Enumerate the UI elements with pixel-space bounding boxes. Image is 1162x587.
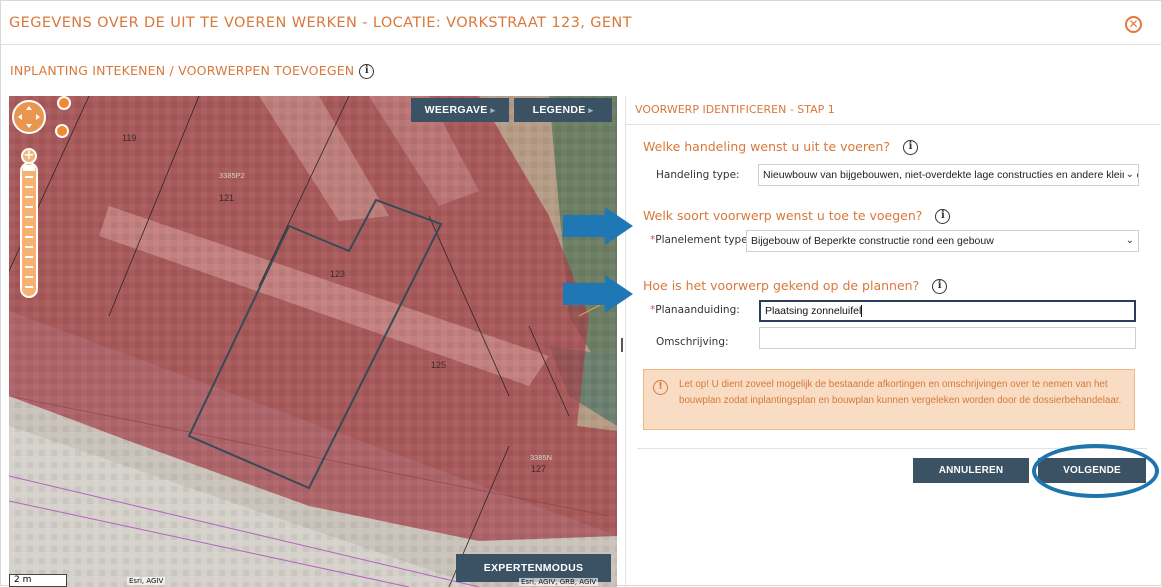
text-cursor	[861, 305, 863, 318]
parcel-number: 125	[431, 360, 447, 370]
planelement-value: Bijgebouw of Beperkte constructie rond e…	[751, 235, 994, 247]
highlight-ellipse	[1032, 444, 1159, 498]
parcel-number: 123	[330, 269, 346, 279]
parcel-number: 119	[122, 133, 137, 143]
dialog-title: GEGEVENS OVER DE UIT TE VOEREN WERKEN - …	[9, 15, 632, 31]
planelement-label-text: Planelement type:	[655, 234, 752, 246]
question-text: Welk soort voorwerp wenst u toe te voege…	[643, 208, 923, 223]
question-text: Hoe is het voorwerp gekend op de plannen…	[643, 278, 920, 293]
cancel-button[interactable]: ANNULEREN	[913, 458, 1029, 483]
zoom-tick	[25, 196, 33, 198]
question-handeling: Welke handeling wenst u uit te voeren? i	[643, 139, 918, 155]
annotation-arrow-icon	[563, 207, 633, 245]
map-attribution-right: Esri, AGIV, GRB, AGIV	[519, 578, 599, 586]
handeling-label: Handeling type:	[656, 169, 740, 181]
parcel-id: 3385P2	[219, 171, 245, 180]
zoom-slider[interactable]	[20, 162, 38, 298]
map-attribution: Esri, AGIV	[127, 577, 166, 585]
step-header: VOORWERP IDENTIFICEREN - STAP 1	[635, 103, 835, 116]
zoom-tick	[25, 176, 33, 178]
question-plannen: Hoe is het voorwerp gekend op de plannen…	[643, 278, 948, 294]
pan-arrows-icon	[18, 106, 40, 128]
pan-control[interactable]	[12, 100, 46, 134]
header-divider	[626, 124, 1160, 125]
parcel-id: 3385N	[530, 453, 553, 462]
planaanduiding-input[interactable]: Plaatsing zonneluifel	[759, 300, 1136, 322]
legende-button[interactable]: LEGENDE ▸	[514, 98, 612, 122]
info-icon[interactable]: i	[902, 140, 918, 155]
dialog-titlebar: GEGEVENS OVER DE UIT TE VOEREN WERKEN - …	[1, 1, 1162, 45]
caret-right-icon: ▸	[588, 105, 594, 115]
zoom-tick	[25, 206, 33, 208]
warning-icon: !	[653, 380, 668, 395]
identify-panel: VOORWERP IDENTIFICEREN - STAP 1 Welke ha…	[625, 96, 1160, 587]
map-scale: 2 m	[9, 574, 67, 587]
parcel-number: 127	[531, 464, 547, 474]
omschrijving-input[interactable]	[759, 327, 1136, 349]
omschrijving-label: Omschrijving:	[656, 336, 729, 348]
planelement-select[interactable]: Bijgebouw of Beperkte constructie rond e…	[746, 230, 1139, 252]
search-icon[interactable]	[57, 96, 71, 110]
parcel-number: 121	[219, 193, 235, 203]
section-subtitle: INPLANTING INTEKENEN / VOORWERPEN TOEVOE…	[10, 63, 375, 79]
weergave-label: WEERGAVE	[424, 104, 488, 116]
dialog: GEGEVENS OVER DE UIT TE VOEREN WERKEN - …	[0, 0, 1162, 587]
zoom-tick	[25, 226, 33, 228]
annotation-arrow-icon	[563, 275, 633, 313]
zoom-tick	[25, 186, 33, 188]
handeling-value: Nieuwbouw van bijgebouwen, niet-overdekt…	[763, 169, 1138, 181]
zoom-tick	[25, 236, 33, 238]
location-pin-icon[interactable]	[55, 124, 69, 138]
zoom-tick	[25, 216, 33, 218]
planaanduiding-label-text: Planaanduiding:	[655, 304, 740, 316]
warning-text: Let op! U dient zoveel mogelijk de besta…	[679, 379, 1122, 406]
caret-right-icon: ▸	[490, 105, 496, 115]
info-icon[interactable]: i	[932, 279, 948, 294]
warning-box: ! Let op! U dient zoveel mogelijk de bes…	[643, 369, 1135, 430]
zoom-tick	[25, 276, 33, 278]
planelement-label: *Planelement type:	[650, 234, 751, 246]
zoom-tick	[25, 286, 33, 288]
subtitle-text: INPLANTING INTEKENEN / VOORWERPEN TOEVOE…	[10, 63, 355, 78]
planaanduiding-label: *Planaanduiding:	[650, 304, 740, 316]
planaanduiding-value: Plaatsing zonneluifel	[765, 305, 862, 317]
zoom-tick	[25, 266, 33, 268]
map-view[interactable]: + WEERGAVE ▸ LEGENDE ▸ 119 121 123 125 127…	[9, 96, 617, 587]
chevron-down-icon: ⌄	[1123, 231, 1134, 251]
question-text: Welke handeling wenst u uit te voeren?	[643, 139, 890, 154]
zoom-slider-thumb[interactable]	[23, 165, 35, 171]
zoom-tick	[25, 246, 33, 248]
zoom-tick	[25, 256, 33, 258]
question-voorwerp: Welk soort voorwerp wenst u toe te voege…	[643, 208, 951, 224]
map-canvas	[9, 96, 617, 587]
handeling-select[interactable]: Nieuwbouw van bijgebouwen, niet-overdekt…	[758, 164, 1139, 186]
legende-label: LEGENDE	[532, 104, 586, 116]
weergave-button[interactable]: WEERGAVE ▸	[411, 98, 509, 122]
close-icon[interactable]: ✕	[1125, 16, 1142, 33]
info-icon[interactable]: i	[359, 64, 375, 79]
chevron-down-icon: ⌄	[1123, 165, 1134, 185]
info-icon[interactable]: i	[935, 209, 951, 224]
panel-splitter[interactable]	[621, 338, 623, 352]
